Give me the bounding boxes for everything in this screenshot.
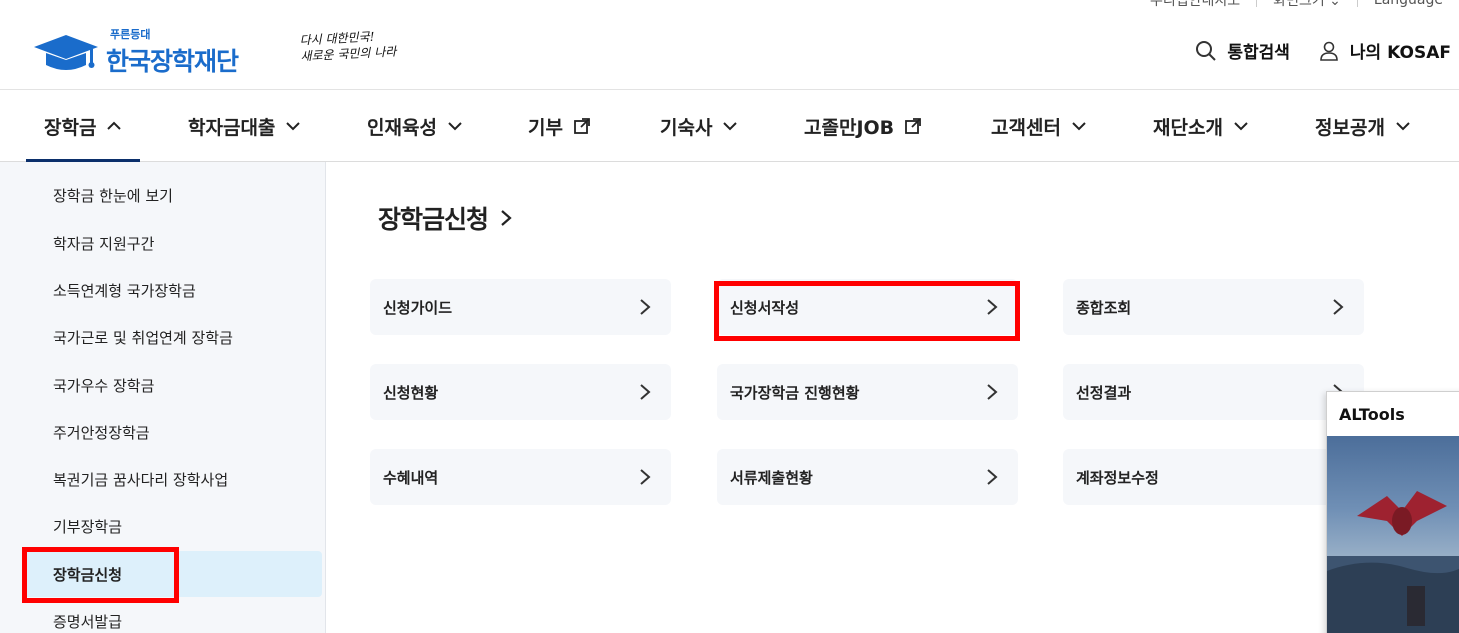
gnb-highschool-job[interactable]: 고졸만JOB xyxy=(804,91,922,161)
my-kosaf-button[interactable]: 나의 KOSAF xyxy=(1318,38,1451,63)
gnb-talent[interactable]: 인재육성 xyxy=(367,91,463,161)
chevron-down-icon xyxy=(1072,122,1086,131)
altools-ad-image[interactable] xyxy=(1327,436,1459,633)
chevron-right-icon xyxy=(640,469,651,485)
card-label: 선정결과 xyxy=(1076,383,1132,402)
sidebar-item-label: 국가우수 장학금 xyxy=(53,376,155,395)
sidebar-item-excellence[interactable]: 국가우수 장학금 xyxy=(22,362,322,408)
sidebar-item-label: 소득연계형 국가장학금 xyxy=(53,281,196,300)
gnb-student-loan[interactable]: 학자금대출 xyxy=(188,91,301,161)
sidebar-item-label: 장학금 한눈에 보기 xyxy=(53,186,173,205)
global-nav: 장학금 학자금대출 인재육성 기부 기숙사 고졸만JOB 고객센터 재단소개 정… xyxy=(0,91,1459,163)
card-label: 수혜내역 xyxy=(383,468,439,487)
highlight-box-card xyxy=(714,281,1020,341)
gnb-label: 기부 xyxy=(528,116,563,139)
altools-title: ALTools xyxy=(1339,404,1405,424)
header-actions: 통합검색 나의 KOSAF xyxy=(1167,38,1451,63)
slogan-logo: 다시 대한민국! 새로운 국민의 나라 xyxy=(299,28,396,65)
sidebar-item-work-study[interactable]: 국가근로 및 취업연계 장학금 xyxy=(22,314,322,360)
gnb-dormitory[interactable]: 기숙사 xyxy=(660,91,738,161)
card-national-progress[interactable]: 국가장학금 진행현황 xyxy=(717,364,1018,420)
gnb-label: 인재육성 xyxy=(367,116,437,139)
gnb-label: 고졸만JOB xyxy=(804,116,895,139)
card-apply-status[interactable]: 신청현황 xyxy=(370,364,671,420)
gnb-label: 장학금 xyxy=(44,116,97,139)
sidebar-item-overview[interactable]: 장학금 한눈에 보기 xyxy=(22,172,322,218)
chevron-down-icon xyxy=(448,122,462,131)
chevron-right-icon xyxy=(987,384,998,400)
card-label: 종합조회 xyxy=(1076,298,1132,317)
sidebar-item-label: 국가근로 및 취업연계 장학금 xyxy=(53,328,233,347)
card-label: 신청현황 xyxy=(383,383,439,402)
chevron-right-icon xyxy=(501,210,512,226)
page-title-text: 장학금신청 xyxy=(378,205,489,234)
logo-title: 한국장학재단 xyxy=(106,47,239,76)
sidebar-item-label: 학자금 지원구간 xyxy=(53,234,155,253)
card-comprehensive-inquiry[interactable]: 종합조회 xyxy=(1063,279,1364,335)
card-account-edit[interactable]: 계좌정보수정 xyxy=(1063,449,1364,505)
my-kosaf-label: 나의 KOSAF xyxy=(1349,43,1451,63)
sidebar-item-certificate[interactable]: 증명서발급 xyxy=(22,598,322,633)
gnb-label: 학자금대출 xyxy=(188,116,276,139)
chevron-down-icon xyxy=(723,122,738,131)
gnb-donation[interactable]: 기부 xyxy=(528,91,591,161)
integrated-search-button[interactable]: 통합검색 xyxy=(1195,38,1290,63)
chevron-right-icon xyxy=(1333,299,1344,315)
chevron-up-icon xyxy=(107,121,122,130)
sidebar-item-label: 복권기금 꿈사다리 장학사업 xyxy=(53,470,229,489)
card-benefit-history[interactable]: 수혜내역 xyxy=(370,449,671,505)
user-icon xyxy=(1320,41,1338,61)
sidebar-item-support-range[interactable]: 학자금 지원구간 xyxy=(22,220,322,266)
page-title: 장학금신청 xyxy=(378,200,514,236)
external-link-icon xyxy=(905,118,922,134)
logo-subtitle: 푸른등대 xyxy=(110,28,151,41)
card-label: 계좌정보수정 xyxy=(1076,468,1159,487)
gnb-label: 재단소개 xyxy=(1153,116,1223,139)
gnb-customer-center[interactable]: 고객센터 xyxy=(991,91,1087,161)
card-apply-guide[interactable]: 신청가이드 xyxy=(370,279,671,335)
sidebar-item-label: 증명서발급 xyxy=(53,612,123,631)
chevron-down-icon xyxy=(1234,122,1248,131)
site-header: 푸른등대 한국장학재단 다시 대한민국! 새로운 국민의 나라 통합검색 나의 … xyxy=(0,0,1459,90)
gnb-label: 고객센터 xyxy=(991,116,1061,139)
gnb-disclosure[interactable]: 정보공개 xyxy=(1315,91,1411,161)
card-label: 국가장학금 진행현황 xyxy=(730,383,860,402)
sidebar-item-label: 기부장학금 xyxy=(53,517,123,536)
sidebar-item-lottery-fund[interactable]: 복권기금 꿈사다리 장학사업 xyxy=(22,456,322,502)
external-link-icon xyxy=(574,118,590,134)
card-selection-result[interactable]: 선정결과 xyxy=(1063,364,1364,420)
site-logo[interactable]: 푸른등대 한국장학재단 xyxy=(30,26,239,78)
card-document-status[interactable]: 서류제출현황 xyxy=(717,449,1018,505)
sidebar-item-national-scholarship[interactable]: 소득연계형 국가장학금 xyxy=(22,267,322,313)
chevron-right-icon xyxy=(640,384,651,400)
search-icon xyxy=(1196,40,1217,61)
sidebar-item-label: 주거안정장학금 xyxy=(53,423,150,442)
chevron-down-icon xyxy=(1396,122,1410,131)
gnb-about[interactable]: 재단소개 xyxy=(1153,91,1249,161)
gnb-scholarship[interactable]: 장학금 xyxy=(25,91,142,163)
graduation-cap-icon xyxy=(30,29,102,75)
chevron-right-icon xyxy=(987,469,998,485)
card-label: 신청가이드 xyxy=(383,298,453,317)
sidebar-item-donation-scholarship[interactable]: 기부장학금 xyxy=(22,503,322,549)
search-label: 통합검색 xyxy=(1227,43,1290,63)
chevron-down-icon xyxy=(286,122,301,131)
gnb-label: 정보공개 xyxy=(1315,116,1385,139)
card-label: 서류제출현황 xyxy=(730,468,813,487)
highlight-box-sidebar xyxy=(22,547,179,603)
altools-popup[interactable]: ALTools xyxy=(1326,391,1459,633)
chevron-right-icon xyxy=(640,299,651,315)
sidebar-item-housing[interactable]: 주거안정장학금 xyxy=(22,409,322,455)
gnb-label: 기숙사 xyxy=(660,116,713,139)
